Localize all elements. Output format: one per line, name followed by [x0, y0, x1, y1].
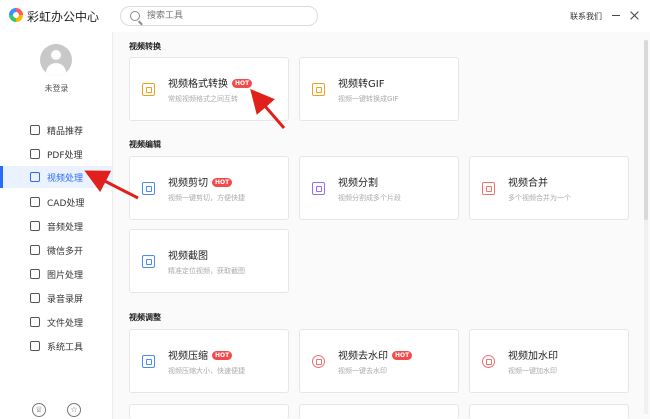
music-icon: [30, 221, 40, 231]
title-bar: 彩虹办公中心 联系我们: [0, 0, 650, 32]
convert-icon: [142, 83, 155, 96]
card-desc: 视频一键剪切，方便快捷: [168, 194, 245, 202]
sidebar-item-label: 系统工具: [47, 343, 84, 353]
sidebar-item-label: CAD处理: [47, 199, 85, 209]
card-desc: 视频一键去水印: [338, 367, 387, 375]
crown-icon[interactable]: ♕: [32, 403, 46, 417]
tool-card-partial[interactable]: [469, 404, 629, 419]
sidebar-item-label: 录音录屏: [47, 295, 84, 305]
search-input[interactable]: [147, 9, 307, 23]
tool-card-video-split[interactable]: 视频分割 视频分割成多个片段: [299, 156, 459, 220]
sidebar-item-label: 文件处理: [47, 319, 84, 329]
image-icon: [30, 269, 40, 279]
sidebar-item-label: 图片处理: [47, 271, 84, 281]
cut-icon: [142, 182, 155, 195]
search-box[interactable]: [120, 6, 318, 26]
contact-us-link[interactable]: 联系我们: [570, 11, 602, 22]
sidebar-item-label: 精品推荐: [47, 127, 84, 137]
sidebar-item-record[interactable]: 录音录屏: [0, 287, 112, 309]
tool-card-video-cut[interactable]: 视频剪切 HOT 视频一键剪切，方便快捷: [129, 156, 289, 220]
card-desc: 精准定位视频，获取截图: [168, 267, 245, 275]
star-icon[interactable]: ☆: [67, 403, 81, 417]
tool-card-video-screenshot[interactable]: 视频截图 精准定位视频，获取截图: [129, 229, 289, 293]
add-watermark-icon: [482, 355, 495, 368]
card-desc: 多个视频合并为一个: [508, 194, 571, 202]
sidebar-item-label: 视频处理: [47, 174, 84, 184]
section-title: 视频编辑: [129, 140, 161, 149]
sidebar-item-system[interactable]: 系统工具: [0, 335, 112, 357]
card-desc: 视频分割成多个片段: [338, 194, 401, 202]
tool-card-video-add-watermark[interactable]: 视频加水印 视频一键加水印: [469, 329, 629, 393]
card-title: 视频截图: [168, 251, 208, 262]
card-title: 视频压缩 HOT: [168, 347, 233, 362]
tool-card-partial[interactable]: [129, 404, 289, 419]
card-title: 视频加水印: [508, 351, 558, 362]
scrollbar-thumb[interactable]: [644, 40, 648, 220]
card-title: 视频剪切 HOT: [168, 174, 233, 189]
hot-badge: HOT: [212, 351, 233, 360]
sidebar-item-video[interactable]: 视频处理: [0, 166, 112, 188]
tool-card-video-compress[interactable]: 视频压缩 HOT 视频压缩大小，快速便捷: [129, 329, 289, 393]
card-title: 视频去水印 HOT: [338, 347, 413, 362]
sidebar-item-file[interactable]: 文件处理: [0, 311, 112, 333]
app-title: 彩虹办公中心: [27, 10, 100, 24]
tool-card-video-to-gif[interactable]: 视频转GIF 视频一键转换成GIF: [299, 57, 459, 121]
card-title: 视频分割: [338, 178, 378, 189]
close-icon[interactable]: [629, 10, 640, 21]
remove-watermark-icon: [312, 355, 325, 368]
split-icon: [312, 182, 325, 195]
minimize-icon[interactable]: [612, 15, 620, 16]
sidebar-item-cad[interactable]: CAD处理: [0, 191, 112, 213]
sidebar-item-pdf[interactable]: PDF处理: [0, 143, 112, 165]
card-title: 视频合并: [508, 178, 548, 189]
sidebar: 未登录 精品推荐 PDF处理 视频处理 CAD处理 音频处理 微信多开 图片处理…: [0, 32, 113, 419]
system-icon: [30, 341, 40, 351]
scrollbar[interactable]: [644, 40, 648, 414]
avatar[interactable]: [40, 44, 72, 76]
tool-card-video-remove-watermark[interactable]: 视频去水印 HOT 视频一键去水印: [299, 329, 459, 393]
video-icon: [30, 172, 40, 182]
sidebar-item-label: PDF处理: [47, 151, 83, 161]
compress-icon: [142, 355, 155, 368]
card-desc: 视频压缩大小，快速便捷: [168, 367, 245, 375]
wechat-icon: [30, 245, 40, 255]
sidebar-item-wechat[interactable]: 微信多开: [0, 239, 112, 261]
sidebar-item-label: 音频处理: [47, 223, 84, 233]
sidebar-item-audio[interactable]: 音频处理: [0, 215, 112, 237]
thumbs-up-icon: [30, 125, 40, 135]
search-icon: [130, 11, 140, 21]
hot-badge: HOT: [232, 79, 253, 88]
card-desc: 视频一键加水印: [508, 367, 557, 375]
section-title: 视频转换: [129, 42, 161, 51]
card-desc: 常规视频格式之间互转: [168, 95, 238, 103]
merge-icon: [482, 182, 495, 195]
login-status[interactable]: 未登录: [0, 83, 113, 94]
section-title: 视频调整: [129, 313, 161, 322]
record-icon: [30, 293, 40, 303]
folder-icon: [30, 317, 40, 327]
hot-badge: HOT: [392, 351, 413, 360]
cad-icon: [30, 197, 40, 207]
tool-card-video-merge[interactable]: 视频合并 多个视频合并为一个: [469, 156, 629, 220]
tool-card-partial[interactable]: [299, 404, 459, 419]
card-title: 视频转GIF: [338, 79, 385, 90]
tool-card-video-format-convert[interactable]: 视频格式转换 HOT 常规视频格式之间互转: [129, 57, 289, 121]
rainbow-logo-icon: [9, 8, 23, 22]
hot-badge: HOT: [212, 178, 233, 187]
card-desc: 视频一键转换成GIF: [338, 95, 399, 103]
sidebar-item-image[interactable]: 图片处理: [0, 263, 112, 285]
screenshot-icon: [142, 255, 155, 268]
main-content: 视频转换 视频格式转换 HOT 常规视频格式之间互转 视频转GIF 视频一键转换成…: [113, 32, 650, 419]
sidebar-item-recommended[interactable]: 精品推荐: [0, 119, 112, 141]
sidebar-item-label: 微信多开: [47, 247, 84, 257]
gif-icon: [312, 83, 325, 96]
card-title: 视频格式转换 HOT: [168, 75, 253, 90]
pdf-icon: [30, 149, 40, 159]
